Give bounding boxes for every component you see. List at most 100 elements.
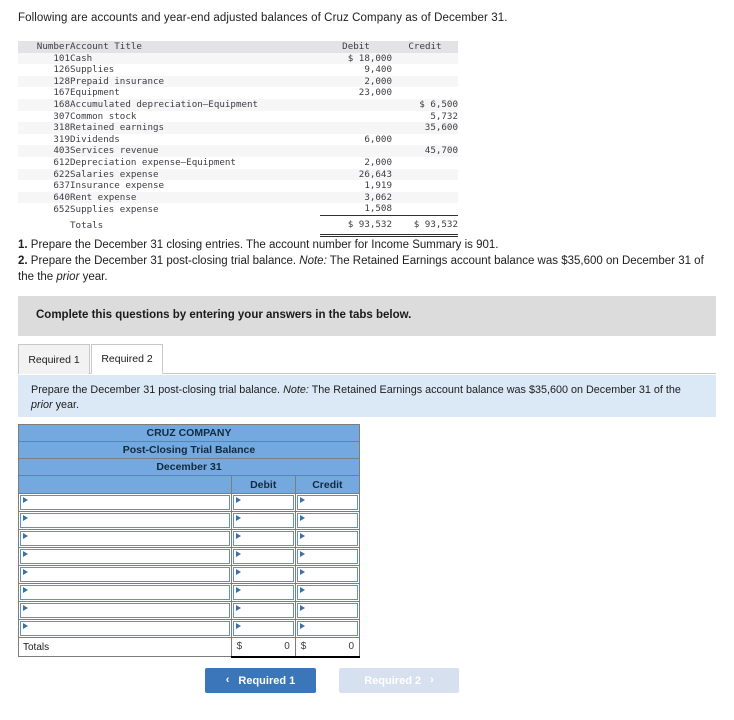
account-dropdown[interactable] — [20, 567, 230, 582]
debit-input-cell[interactable] — [230, 583, 296, 602]
debit-input[interactable] — [232, 495, 294, 510]
debit-input[interactable] — [232, 567, 294, 582]
credit-input[interactable] — [296, 513, 358, 528]
row-credit — [392, 192, 458, 204]
table-row: 318 Retained earnings 35,600 — [18, 122, 458, 134]
account-dropdown[interactable] — [20, 621, 230, 636]
credit-input[interactable] — [296, 585, 358, 600]
row-debit: $ 18,000 — [347, 52, 392, 64]
account-select-cell[interactable] — [18, 529, 232, 548]
account-select-cell[interactable] — [18, 619, 232, 638]
requirement-2-number: 2. — [18, 255, 28, 267]
credit-input[interactable] — [296, 531, 358, 546]
row-debit: 3,062 — [364, 191, 392, 203]
credit-input-cell[interactable] — [294, 511, 361, 530]
debit-input-cell[interactable] — [230, 547, 296, 566]
debit-input[interactable] — [232, 621, 294, 636]
post-closing-trial-balance-grid: CRUZ COMPANY Post-Closing Trial Balance … — [18, 424, 361, 658]
row-number: 126 — [53, 64, 70, 76]
row-debit — [320, 99, 392, 111]
debit-input[interactable] — [232, 603, 294, 618]
instruction-part-4: year. — [55, 398, 80, 411]
credit-input-cell[interactable] — [294, 583, 361, 602]
account-dropdown[interactable] — [20, 531, 230, 546]
credit-input-cell[interactable] — [294, 619, 361, 638]
row-account-title: Accumulated depreciation—Equipment — [70, 98, 259, 110]
grid-statement-row: Post-Closing Trial Balance — [18, 441, 360, 459]
adjusted-trial-balance-table: Number Account Title Debit Credit 101 Cas… — [18, 41, 458, 237]
prev-required-1-button[interactable]: ‹ Required 1 — [205, 668, 316, 693]
row-account-title: Retained earnings — [70, 122, 165, 134]
row-credit: 45,700 — [424, 145, 458, 157]
credit-input-cell[interactable] — [294, 547, 361, 566]
account-dropdown[interactable] — [20, 585, 230, 600]
row-credit: $ 6,500 — [419, 98, 458, 110]
credit-input[interactable] — [296, 549, 358, 564]
caret-right-icon — [235, 533, 241, 539]
page-root: Following are accounts and year-end adju… — [0, 0, 734, 720]
debit-input-cell[interactable] — [230, 619, 296, 638]
credit-input[interactable] — [296, 621, 358, 636]
caret-right-icon — [299, 569, 305, 575]
credit-input[interactable] — [296, 495, 358, 510]
tab-bar: Required 1 Required 2 — [18, 344, 716, 374]
requirement-1-number: 1. — [18, 239, 28, 251]
table-row: 612 Depreciation expense—Equipment 2,000 — [18, 156, 458, 169]
grid-col-account — [18, 475, 232, 494]
grid-col-credit: Credit — [294, 475, 361, 494]
grid-input-row — [18, 583, 361, 602]
credit-input-cell[interactable] — [294, 565, 361, 584]
credit-input-cell[interactable] — [294, 601, 361, 620]
credit-input[interactable] — [296, 603, 358, 618]
account-select-cell[interactable] — [18, 565, 232, 584]
debit-input-cell[interactable] — [230, 493, 296, 512]
debit-input-cell[interactable] — [230, 565, 296, 584]
next-required-2-button[interactable]: Required 2 › — [339, 668, 459, 693]
account-select-cell[interactable] — [18, 511, 232, 530]
account-dropdown[interactable] — [20, 549, 230, 564]
grid-totals-row: Totals $ 0 $ 0 — [18, 637, 361, 658]
debit-input-cell[interactable] — [230, 601, 296, 620]
debit-input[interactable] — [232, 531, 294, 546]
debit-input[interactable] — [232, 585, 294, 600]
trial-balance-head: Number Account Title Debit Credit — [18, 41, 458, 53]
credit-input-cell[interactable] — [294, 529, 361, 548]
caret-right-icon — [23, 533, 28, 539]
debit-input-cell[interactable] — [230, 511, 296, 530]
row-account-title: Prepaid insurance — [70, 75, 165, 87]
row-debit: 1,508 — [320, 203, 392, 216]
table-totals-row: Totals $ 93,532 $ 93,532 — [18, 215, 458, 237]
debit-input[interactable] — [232, 549, 294, 564]
instruction-italic-prior: prior — [31, 398, 53, 411]
row-number: 318 — [53, 122, 70, 134]
account-select-cell[interactable] — [18, 601, 232, 620]
prev-required-1-label: Required 1 — [238, 674, 296, 687]
row-number: 622 — [53, 168, 70, 180]
row-account-title: Dividends — [70, 133, 120, 145]
table-row: 126 Supplies 9,400 — [18, 64, 458, 76]
account-dropdown[interactable] — [20, 513, 230, 528]
grid-date: December 31 — [18, 458, 360, 476]
credit-input-cell[interactable] — [294, 493, 361, 512]
debit-input[interactable] — [232, 513, 294, 528]
requirement-1-text: Prepare the December 31 closing entries.… — [30, 239, 499, 251]
row-account-title: Supplies expense — [70, 203, 159, 215]
account-select-cell[interactable] — [18, 583, 232, 602]
debit-input-cell[interactable] — [230, 529, 296, 548]
tab-required-1[interactable]: Required 1 — [18, 344, 90, 374]
grid-input-row — [18, 493, 361, 512]
tab-required-2[interactable]: Required 2 — [91, 344, 163, 374]
account-dropdown[interactable] — [20, 495, 230, 510]
account-dropdown[interactable] — [20, 603, 230, 618]
credit-input[interactable] — [296, 567, 358, 582]
th-credit: Credit — [392, 41, 458, 53]
row-debit: 2,000 — [364, 75, 392, 87]
account-select-cell[interactable] — [18, 547, 232, 566]
row-account-title: Depreciation expense—Equipment — [70, 156, 236, 168]
row-debit: 2,000 — [364, 156, 392, 168]
account-select-cell[interactable] — [18, 493, 232, 512]
row-debit: 6,000 — [364, 133, 392, 145]
grid-column-header-row: Debit Credit — [18, 475, 361, 494]
instruction-part-3: 31 of the — [638, 384, 681, 396]
row-account-title: Salaries expense — [70, 168, 159, 180]
